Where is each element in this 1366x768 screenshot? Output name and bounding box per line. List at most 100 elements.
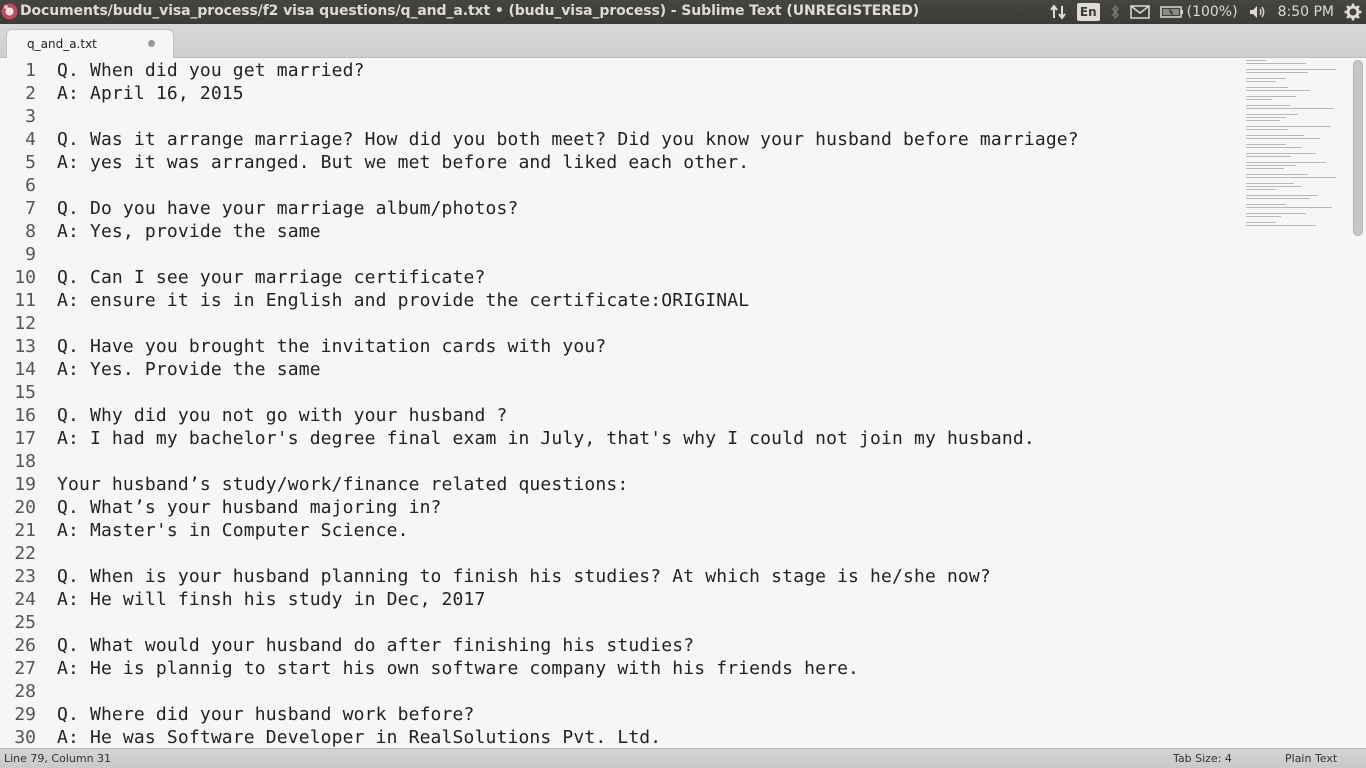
window-title: Documents/budu_visa_process/f2 visa ques… [20,3,920,19]
line-number: 5 [25,152,36,173]
text-line[interactable] [57,381,1237,404]
line-number: 4 [25,129,36,150]
text-line[interactable]: A: yes it was arranged. But we met befor… [57,151,1237,174]
network-arrows-icon[interactable] [1049,0,1067,24]
minimap-line [1246,96,1296,97]
tab-size-selector[interactable]: Tab Size: 4 [1173,752,1232,765]
vertical-scrollbar[interactable] [1352,60,1364,746]
mail-icon[interactable] [1129,0,1150,24]
minimap-line [1246,144,1286,145]
keyboard-layout-indicator[interactable]: En [1076,0,1100,24]
line-number: 30 [14,727,36,748]
minimap-line [1246,135,1304,136]
minimap-line [1246,204,1286,205]
unsaved-dot-icon[interactable] [148,40,155,47]
minimap-line [1246,87,1288,88]
minimap-line [1246,99,1272,100]
battery-indicator[interactable]: (100%) [1159,0,1238,24]
line-number: 19 [14,474,36,495]
tab-label: q_and_a.txt [27,37,97,51]
line-number: 11 [14,290,36,311]
minimap-line [1246,81,1276,82]
line-number: 27 [14,658,36,679]
text-line[interactable] [57,450,1237,473]
editor-area[interactable]: 1 2 3 4 5 6 7 8 9 10 11 12 13 14 15 16 17 18 19 20 21 22 23 24 2… [0,58,1366,748]
text-line[interactable]: Q. Where did your husband work before? [57,703,1237,726]
line-number: 21 [14,520,36,541]
text-line[interactable]: Q. When is your husband planning to fini… [57,565,1237,588]
minimap-line [1246,198,1310,199]
line-number: 22 [14,543,36,564]
minimap-line [1246,162,1326,163]
text-line[interactable]: A: Yes. Provide the same [57,358,1237,381]
minimap-line [1246,120,1280,121]
text-content[interactable]: Q. When did you get married? A: April 16,… [57,59,1237,748]
line-number: 7 [25,198,36,219]
minimap[interactable] [1246,60,1350,236]
minimap-line [1246,126,1331,127]
minimap-line [1246,195,1318,196]
minimap-line [1246,69,1336,70]
line-number: 26 [14,635,36,656]
text-line[interactable] [57,243,1237,266]
minimap-line [1246,189,1276,190]
line-number: 13 [14,336,36,357]
line-number-gutter: 1 2 3 4 5 6 7 8 9 10 11 12 13 14 15 16 17 18 19 20 21 22 23 24 2… [0,59,44,748]
tab-q-and-a[interactable]: q_and_a.txt [6,29,174,59]
minimap-line [1246,117,1286,118]
minimap-line [1246,138,1320,139]
text-line[interactable]: A: He is plannig to start his own softwa… [57,657,1237,680]
text-line[interactable] [57,105,1237,128]
line-number: 14 [14,359,36,380]
minimap-line [1246,129,1288,130]
text-line[interactable]: A: He was Software Developer in RealSolu… [57,726,1237,748]
keyboard-layout-label: En [1076,3,1100,21]
status-bar: Line 79, Column 31 Tab Size: 4 Plain Tex… [0,748,1366,768]
volume-icon[interactable] [1248,0,1268,24]
line-number: 17 [14,428,36,449]
text-line[interactable]: Q. When did you get married? [57,59,1237,82]
minimap-line [1246,60,1266,61]
clock[interactable]: 8:50 PM [1278,0,1334,24]
scrollbar-thumb[interactable] [1353,60,1363,236]
text-line[interactable]: Q. What would your husband do after fini… [57,634,1237,657]
text-line[interactable]: Q. Why did you not go with your husband … [57,404,1237,427]
text-line[interactable]: A: Master's in Computer Science. [57,519,1237,542]
bluetooth-icon[interactable] [1110,0,1120,24]
minimap-line [1246,174,1308,175]
text-line[interactable]: A: April 16, 2015 [57,82,1237,105]
minimap-line [1246,186,1301,187]
text-line[interactable] [57,312,1237,335]
minimap-line [1246,72,1308,73]
text-line[interactable]: Your husband’s study/work/finance relate… [57,473,1237,496]
text-line[interactable]: Q. Was it arrange marriage? How did you … [57,128,1237,151]
line-number: 8 [25,221,36,242]
text-line[interactable]: Q. Have you brought the invitation cards… [57,335,1237,358]
text-line[interactable]: Q. Do you have your marriage album/photo… [57,197,1237,220]
text-line[interactable] [57,680,1237,703]
text-line[interactable]: A: He will finsh his study in Dec, 2017 [57,588,1237,611]
minimap-line [1246,207,1332,208]
line-number: 3 [25,106,36,127]
text-line[interactable]: Q. Can I see your marriage certificate? [57,266,1237,289]
line-number: 9 [25,244,36,265]
gear-icon[interactable] [1344,0,1362,24]
line-number: 10 [14,267,36,288]
minimap-line [1246,216,1281,217]
minimap-line [1246,222,1276,223]
text-line[interactable]: A: I had my bachelor's degree final exam… [57,427,1237,450]
syntax-selector[interactable]: Plain Text [1285,752,1337,765]
text-line[interactable] [57,611,1237,634]
text-line[interactable] [57,542,1237,565]
line-number: 23 [14,566,36,587]
line-number: 18 [14,451,36,472]
line-number: 1 [25,60,36,81]
text-line[interactable]: Q. What’s your husband majoring in? [57,496,1237,519]
text-line[interactable]: A: Yes, provide the same [57,220,1237,243]
text-line[interactable]: A: ensure it is in English and provide t… [57,289,1237,312]
minimap-line [1246,165,1296,166]
line-number: 16 [14,405,36,426]
text-line[interactable] [57,174,1237,197]
sublime-app-icon[interactable] [1,3,18,20]
line-number: 6 [25,175,36,196]
